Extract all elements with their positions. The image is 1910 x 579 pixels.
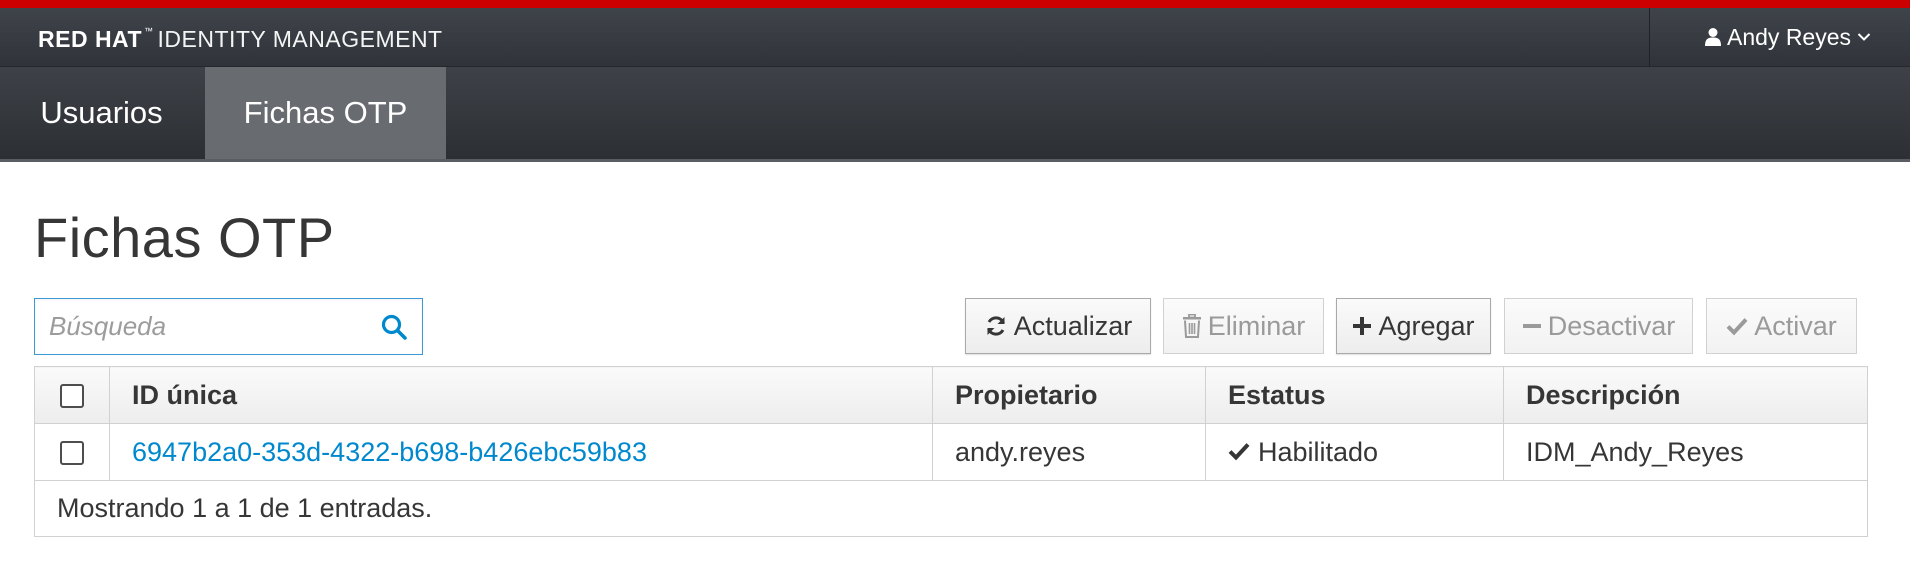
user-icon xyxy=(1705,27,1721,47)
activate-button[interactable]: Activar xyxy=(1706,298,1857,354)
plus-icon xyxy=(1352,316,1372,336)
nav-item-usuarios[interactable]: Usuarios xyxy=(0,67,203,159)
add-button[interactable]: Agregar xyxy=(1336,298,1491,354)
table-row: 6947b2a0-353d-4322-b698-b426ebc59b83 and… xyxy=(34,423,1868,481)
cell-id: 6947b2a0-353d-4322-b698-b426ebc59b83 xyxy=(109,423,933,481)
brand-name-bold: RED HAT xyxy=(38,25,143,52)
chevron-down-icon xyxy=(1857,32,1871,42)
deactivate-label: Desactivar xyxy=(1547,310,1676,341)
brand-logo: RED HAT ™ IDENTITY MANAGEMENT xyxy=(38,25,443,52)
refresh-icon xyxy=(984,314,1008,338)
status-label: Habilitado xyxy=(1258,436,1379,467)
table-header-row: ID única Propietario Estatus Descripción xyxy=(34,366,1868,424)
masthead-divider xyxy=(1649,8,1650,67)
column-header-owner[interactable]: Propietario xyxy=(932,366,1206,424)
column-header-description[interactable]: Descripción xyxy=(1503,366,1868,424)
search-box xyxy=(34,298,423,355)
cell-status: Habilitado xyxy=(1205,423,1504,481)
search-icon[interactable] xyxy=(380,313,408,341)
select-all-cell xyxy=(34,366,110,424)
brand-accent-stripe xyxy=(0,0,1910,8)
delete-button[interactable]: Eliminar xyxy=(1163,298,1324,354)
masthead: RED HAT ™ IDENTITY MANAGEMENT Andy Reyes xyxy=(0,8,1910,67)
nav-item-label: Usuarios xyxy=(40,95,163,130)
otp-tokens-table: ID única Propietario Estatus Descripción… xyxy=(34,366,1868,537)
add-label: Agregar xyxy=(1378,310,1475,341)
refresh-label: Actualizar xyxy=(1013,310,1133,341)
deactivate-button[interactable]: Desactivar xyxy=(1504,298,1693,354)
minus-icon xyxy=(1522,316,1542,336)
user-name: Andy Reyes xyxy=(1727,23,1852,50)
status-indicator: Habilitado xyxy=(1228,437,1378,468)
check-icon xyxy=(1228,437,1250,468)
activate-label: Activar xyxy=(1754,310,1837,341)
nav-item-label: Fichas OTP xyxy=(243,95,408,130)
check-icon xyxy=(1726,316,1748,336)
cell-description: IDM_Andy_Reyes xyxy=(1503,423,1868,481)
refresh-button[interactable]: Actualizar xyxy=(965,298,1151,354)
delete-label: Eliminar xyxy=(1207,310,1306,341)
column-header-status[interactable]: Estatus xyxy=(1205,366,1504,424)
brand-name-product: IDENTITY MANAGEMENT xyxy=(157,25,443,52)
row-select-cell xyxy=(34,423,110,481)
table-footer-summary: Mostrando 1 a 1 de 1 entradas. xyxy=(34,480,1868,537)
row-checkbox[interactable] xyxy=(60,441,84,466)
table-footer-row: Mostrando 1 a 1 de 1 entradas. xyxy=(34,480,1868,537)
trash-icon xyxy=(1182,314,1202,338)
primary-nav: Usuarios Fichas OTP xyxy=(0,67,1910,162)
user-menu-toggle[interactable]: Andy Reyes xyxy=(1705,21,1871,53)
token-id-link[interactable]: 6947b2a0-353d-4322-b698-b426ebc59b83 xyxy=(132,437,647,467)
search-input[interactable] xyxy=(35,299,365,354)
nav-item-fichas-otp[interactable]: Fichas OTP xyxy=(205,67,446,159)
column-header-id[interactable]: ID única xyxy=(109,366,933,424)
select-all-checkbox[interactable] xyxy=(60,384,84,409)
cell-owner: andy.reyes xyxy=(932,423,1206,481)
page-title: Fichas OTP xyxy=(34,206,335,269)
